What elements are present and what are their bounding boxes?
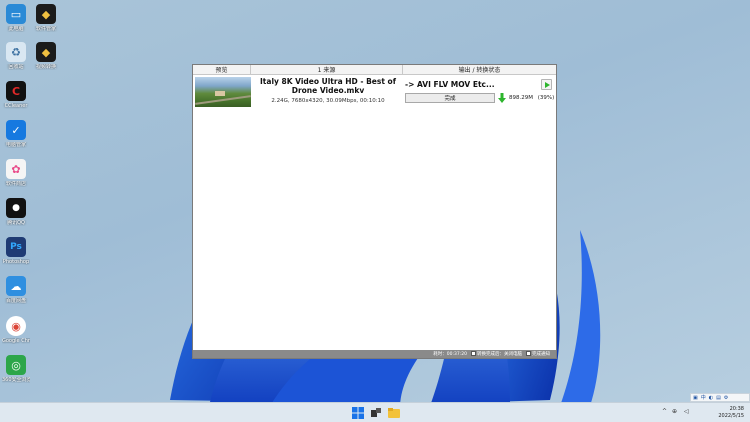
desktop-icon-360-browser[interactable]: ◎ 360安全浏览器 bbox=[2, 355, 30, 383]
elapsed-time: 耗时：00:37:20 bbox=[433, 352, 467, 357]
volume-icon[interactable]: ◁ bbox=[684, 408, 689, 415]
ime-keyboard-icon[interactable]: ▤ bbox=[716, 395, 721, 401]
desktop-icon-recycle-bin[interactable]: ♻ 回收站 bbox=[2, 42, 30, 70]
column-source[interactable]: 1 来源 bbox=[251, 65, 403, 74]
taskbar-clock[interactable]: 20:38 2022/5/15 bbox=[718, 406, 744, 420]
status-button[interactable]: 完成 bbox=[405, 93, 495, 103]
desktop-icon-qq[interactable]: ● 腾讯QQ bbox=[2, 198, 30, 226]
after-done-option[interactable]: 转换完成后：关闭电脑 bbox=[471, 351, 522, 357]
desktop-icon-label: Google Chrome bbox=[2, 338, 30, 344]
desktop-icon-label: 电脑管家 bbox=[5, 142, 26, 148]
chrome-icon: ◉ bbox=[6, 316, 26, 336]
ime-toolbar[interactable]: ▣ 中 ◐ ▤ ⚙ bbox=[690, 393, 750, 402]
taskbar: ^ ⊕ ◁ 20:38 2022/5/15 bbox=[0, 402, 750, 422]
converter-window: 预览 1 来源 输出 / 转换状态 Italy 8K Video Ultra H… bbox=[192, 64, 557, 359]
desktop-icon-this-pc[interactable]: ▭ 此电脑 bbox=[2, 4, 30, 32]
app-icon: ◆ bbox=[36, 4, 56, 24]
task-list-header: 预览 1 来源 输出 / 转换状态 bbox=[193, 65, 556, 75]
checkbox[interactable] bbox=[471, 351, 476, 356]
computer-icon: ▭ bbox=[6, 4, 26, 24]
windows-start-icon[interactable] bbox=[352, 407, 364, 419]
download-arrow-icon bbox=[498, 93, 506, 103]
ime-mode-icon[interactable]: ▣ bbox=[693, 395, 698, 401]
flower-icon: ✿ bbox=[6, 159, 26, 179]
checkbox[interactable] bbox=[526, 351, 531, 356]
play-button[interactable] bbox=[541, 79, 552, 90]
ime-settings-icon[interactable]: ⚙ bbox=[724, 395, 728, 401]
output-size: 898.29M bbox=[509, 95, 533, 101]
desktop-icon-label: 回收站 bbox=[8, 64, 24, 70]
desktop-icon-label: CCleaner bbox=[4, 103, 28, 109]
task-row[interactable]: Italy 8K Video Ultra HD - Best of Drone … bbox=[193, 76, 556, 108]
video-thumbnail bbox=[195, 77, 251, 107]
desktop-icon-software-manager[interactable]: ◆ 软件管家 bbox=[32, 4, 60, 32]
status-bar: 耗时：00:37:20 转换完成后：关闭电脑 完成通知 bbox=[193, 350, 556, 358]
photoshop-icon: Ps bbox=[6, 237, 26, 257]
clock-date: 2022/5/15 bbox=[718, 413, 744, 419]
source-info: Italy 8K Video Ultra HD - Best of Drone … bbox=[253, 77, 403, 104]
play-icon bbox=[544, 81, 550, 88]
tray-chevron-icon[interactable]: ^ bbox=[662, 408, 667, 415]
column-preview[interactable]: 预览 bbox=[193, 65, 251, 74]
desktop-icon-label: 此电脑 bbox=[8, 26, 24, 32]
clock-time: 20:38 bbox=[729, 406, 744, 412]
app-icon: ◆ bbox=[36, 42, 56, 62]
sound-option[interactable]: 完成通知 bbox=[526, 351, 550, 357]
output-size-text: 898.29M (39%) bbox=[509, 95, 554, 101]
penguin-icon: ● bbox=[6, 198, 26, 218]
video-meta: 2.24G, 7680x4320, 30.09Mbps, 00:10:10 bbox=[271, 98, 385, 104]
output-format[interactable]: -> AVI FLV MOV Etc... bbox=[405, 80, 495, 89]
video-title: Italy 8K Video Ultra HD - Best of Drone … bbox=[260, 77, 396, 95]
desktop-icon-baidu-netdisk[interactable]: ☁ 百度网盘 bbox=[2, 276, 30, 304]
network-icon[interactable]: ⊕ bbox=[672, 408, 677, 415]
desktop-icon-chrome[interactable]: ◉ Google Chrome bbox=[2, 316, 30, 344]
desktop-icon-photoshop[interactable]: Ps Photoshop bbox=[2, 237, 30, 265]
recycle-bin-icon: ♻ bbox=[6, 42, 26, 62]
file-explorer-icon[interactable] bbox=[388, 407, 400, 419]
column-output[interactable]: 输出 / 转换状态 bbox=[403, 65, 556, 74]
task-view-icon[interactable] bbox=[370, 407, 382, 419]
desktop-icon-label: 腾讯QQ bbox=[7, 220, 25, 226]
ime-punct-icon[interactable]: ◐ bbox=[709, 395, 713, 401]
desktop-icon-ccleaner[interactable]: C CCleaner bbox=[2, 81, 30, 109]
desktop-icon-label: 视频转换 bbox=[35, 64, 56, 70]
desktop-icon-label: 软件管家 bbox=[35, 26, 56, 32]
ccleaner-icon: C bbox=[6, 81, 26, 101]
desktop-icon-label: 软件商店 bbox=[5, 181, 26, 187]
cloud-icon: ☁ bbox=[6, 276, 26, 296]
browser-icon: ◎ bbox=[6, 355, 26, 375]
progress-percent: (39%) bbox=[537, 95, 555, 101]
desktop-icon-app-store[interactable]: ✿ 软件商店 bbox=[2, 159, 30, 187]
desktop-icon-pc-manager[interactable]: ✓ 电脑管家 bbox=[2, 120, 30, 148]
ime-language[interactable]: 中 bbox=[701, 394, 706, 401]
desktop-icon-label: 百度网盘 bbox=[5, 298, 26, 304]
desktop-icon-label: Photoshop bbox=[2, 259, 30, 265]
desktop-icon-label: 360安全浏览器 bbox=[2, 377, 30, 383]
desktop-icon-video-converter[interactable]: ◆ 视频转换 bbox=[32, 42, 60, 70]
shield-check-icon: ✓ bbox=[6, 120, 26, 140]
